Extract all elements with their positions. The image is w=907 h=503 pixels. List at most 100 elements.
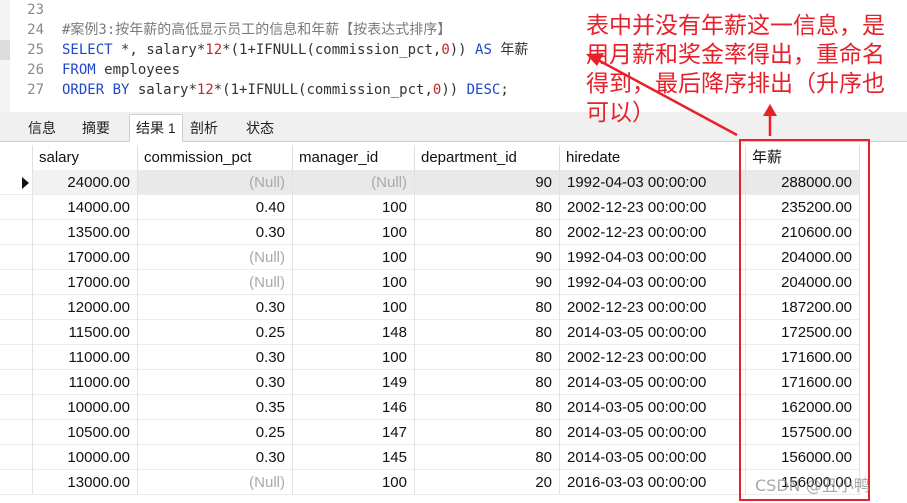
cell-manager-id[interactable]: 146 — [293, 395, 415, 420]
cell-department-id[interactable]: 90 — [415, 270, 560, 295]
row-selector[interactable] — [0, 320, 33, 345]
cell-hiredate[interactable]: 2014-03-05 00:00:00 — [560, 320, 746, 345]
cell-manager-id[interactable]: 147 — [293, 420, 415, 445]
cell-department-id[interactable]: 20 — [415, 470, 560, 495]
cell-manager-id[interactable]: (Null) — [293, 170, 415, 195]
row-selector[interactable] — [0, 370, 33, 395]
table-row[interactable]: 12000.00 0.30 100 80 2002-12-23 00:00:00 1872… — [0, 295, 860, 320]
tab-status[interactable]: 状态 — [240, 115, 280, 141]
cell-manager-id[interactable]: 100 — [293, 345, 415, 370]
cell-hiredate[interactable]: 2002-12-23 00:00:00 — [560, 345, 746, 370]
table-row[interactable]: 11500.00 0.25 148 80 2014-03-05 00:00:00 1725… — [0, 320, 860, 345]
cell-commission-pct[interactable]: 0.25 — [138, 420, 293, 445]
cell-salary[interactable]: 11000.00 — [33, 345, 138, 370]
cell-hiredate[interactable]: 2014-03-05 00:00:00 — [560, 445, 746, 470]
tab-info[interactable]: 信息 — [22, 115, 62, 141]
table-row[interactable]: 11000.00 0.30 100 80 2002-12-23 00:00:00 1716… — [0, 345, 860, 370]
cell-salary[interactable]: 13000.00 — [33, 470, 138, 495]
code-line-25[interactable]: 25 SELECT *, salary*12*(1+IFNULL(commissi… — [0, 40, 528, 60]
cell-department-id[interactable]: 80 — [415, 395, 560, 420]
cell-hiredate[interactable]: 1992-04-03 00:00:00 — [560, 245, 746, 270]
tab-summary[interactable]: 摘要 — [76, 115, 116, 141]
row-selector[interactable] — [0, 195, 33, 220]
cell-hiredate[interactable]: 2002-12-23 00:00:00 — [560, 195, 746, 220]
cell-manager-id[interactable]: 145 — [293, 445, 415, 470]
cell-salary[interactable]: 10500.00 — [33, 420, 138, 445]
cell-department-id[interactable]: 80 — [415, 320, 560, 345]
cell-salary[interactable]: 17000.00 — [33, 270, 138, 295]
cell-salary[interactable]: 11500.00 — [33, 320, 138, 345]
cell-commission-pct[interactable]: (Null) — [138, 170, 293, 195]
table-row[interactable]: 10000.00 0.35 146 80 2014-03-05 00:00:00 1620… — [0, 395, 860, 420]
cell-manager-id[interactable]: 100 — [293, 295, 415, 320]
cell-salary[interactable]: 17000.00 — [33, 245, 138, 270]
table-row[interactable]: 24000.00 (Null) (Null) 90 1992-04-03 00:00:0… — [0, 170, 860, 195]
row-selector[interactable] — [0, 420, 33, 445]
cell-salary[interactable]: 12000.00 — [33, 295, 138, 320]
column-header-commission-pct[interactable]: commission_pct — [138, 145, 293, 170]
cell-salary[interactable]: 14000.00 — [33, 195, 138, 220]
tab-result-1[interactable]: 结果 1 — [129, 114, 183, 142]
table-row[interactable]: 10000.00 0.30 145 80 2014-03-05 00:00:00 1560… — [0, 445, 860, 470]
cell-commission-pct[interactable]: (Null) — [138, 245, 293, 270]
row-selector[interactable] — [0, 245, 33, 270]
cell-department-id[interactable]: 80 — [415, 195, 560, 220]
cell-salary[interactable]: 10000.00 — [33, 395, 138, 420]
cell-hiredate[interactable]: 2002-12-23 00:00:00 — [560, 220, 746, 245]
table-row[interactable]: 10500.00 0.25 147 80 2014-03-05 00:00:00 1575… — [0, 420, 860, 445]
cell-salary[interactable]: 10000.00 — [33, 445, 138, 470]
cell-hiredate[interactable]: 2014-03-05 00:00:00 — [560, 370, 746, 395]
cell-commission-pct[interactable]: 0.30 — [138, 370, 293, 395]
cell-hiredate[interactable]: 2002-12-23 00:00:00 — [560, 295, 746, 320]
row-selector[interactable] — [0, 470, 33, 495]
table-row[interactable]: 14000.00 0.40 100 80 2002-12-23 00:00:00 2352… — [0, 195, 860, 220]
cell-commission-pct[interactable]: 0.30 — [138, 345, 293, 370]
table-row[interactable]: 13500.00 0.30 100 80 2002-12-23 00:00:00 2106… — [0, 220, 860, 245]
cell-manager-id[interactable]: 100 — [293, 245, 415, 270]
code-line-23[interactable]: 23 — [0, 0, 62, 20]
code-line-24[interactable]: 24 #案例3:按年薪的高低显示员工的信息和年薪【按表达式排序】 — [0, 20, 451, 40]
table-row[interactable]: 13000.00 (Null) 100 20 2016-03-03 00:00:00 15… — [0, 470, 860, 495]
cell-commission-pct[interactable]: 0.30 — [138, 295, 293, 320]
cell-salary[interactable]: 13500.00 — [33, 220, 138, 245]
row-selector[interactable] — [0, 395, 33, 420]
cell-manager-id[interactable]: 100 — [293, 195, 415, 220]
cell-department-id[interactable]: 80 — [415, 220, 560, 245]
cell-commission-pct[interactable]: 0.40 — [138, 195, 293, 220]
cell-hiredate[interactable]: 2014-03-05 00:00:00 — [560, 420, 746, 445]
cell-manager-id[interactable]: 149 — [293, 370, 415, 395]
row-selector[interactable] — [0, 295, 33, 320]
cell-department-id[interactable]: 90 — [415, 170, 560, 195]
code-line-27[interactable]: 27 ORDER BY salary*12*(1+IFNULL(commissio… — [0, 80, 509, 100]
cell-department-id[interactable]: 80 — [415, 345, 560, 370]
code-line-26[interactable]: 26 FROM employees — [0, 60, 180, 80]
column-header-salary[interactable]: salary — [33, 145, 138, 170]
cell-department-id[interactable]: 80 — [415, 295, 560, 320]
cell-hiredate[interactable]: 1992-04-03 00:00:00 — [560, 270, 746, 295]
cell-department-id[interactable]: 80 — [415, 420, 560, 445]
cell-department-id[interactable]: 80 — [415, 370, 560, 395]
cell-salary[interactable]: 24000.00 — [33, 170, 138, 195]
column-header-department-id[interactable]: department_id — [415, 145, 560, 170]
row-selector[interactable] — [0, 445, 33, 470]
cell-hiredate[interactable]: 2016-03-03 00:00:00 — [560, 470, 746, 495]
cell-manager-id[interactable]: 100 — [293, 270, 415, 295]
cell-hiredate[interactable]: 2014-03-05 00:00:00 — [560, 395, 746, 420]
cell-department-id[interactable]: 90 — [415, 245, 560, 270]
table-row[interactable]: 11000.00 0.30 149 80 2014-03-05 00:00:00 1716… — [0, 370, 860, 395]
cell-commission-pct[interactable]: (Null) — [138, 470, 293, 495]
cell-department-id[interactable]: 80 — [415, 445, 560, 470]
cell-manager-id[interactable]: 100 — [293, 470, 415, 495]
cell-hiredate[interactable]: 1992-04-03 00:00:00 — [560, 170, 746, 195]
column-header-hiredate[interactable]: hiredate — [560, 145, 746, 170]
column-header-manager-id[interactable]: manager_id — [293, 145, 415, 170]
tab-profile[interactable]: 剖析 — [184, 115, 224, 141]
cell-commission-pct[interactable]: 0.30 — [138, 445, 293, 470]
cell-commission-pct[interactable]: (Null) — [138, 270, 293, 295]
cell-commission-pct[interactable]: 0.35 — [138, 395, 293, 420]
row-selector[interactable] — [0, 270, 33, 295]
cell-manager-id[interactable]: 148 — [293, 320, 415, 345]
cell-salary[interactable]: 11000.00 — [33, 370, 138, 395]
cell-manager-id[interactable]: 100 — [293, 220, 415, 245]
row-selector[interactable] — [0, 220, 33, 245]
